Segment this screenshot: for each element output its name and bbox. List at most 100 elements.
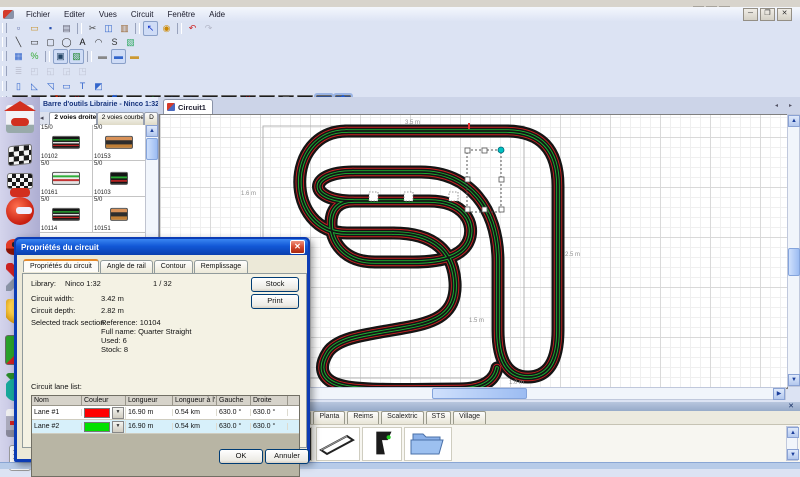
layers-icon[interactable]: ▣ — [53, 49, 68, 64]
scroll-down-icon[interactable]: ▼ — [788, 374, 800, 386]
accessory-item-controller[interactable] — [362, 427, 402, 461]
h-scroll-thumb[interactable] — [432, 388, 527, 399]
accessories-tab[interactable]: Planta — [313, 411, 345, 424]
lane-color-swatch[interactable] — [84, 408, 110, 418]
library-piece-cell[interactable]: 5/0 10161 — [40, 161, 93, 197]
accessories-scrollbar[interactable]: ▲ ▼ — [786, 426, 798, 461]
ellipse-icon[interactable]: ◯ — [59, 35, 74, 50]
lane-table-header-cell[interactable]: Longueur — [126, 396, 173, 405]
duplicate-icon[interactable]: ◩ — [91, 79, 106, 94]
menu-vues[interactable]: Vues — [92, 9, 124, 20]
accessories-tab[interactable]: Scalextric — [381, 411, 423, 424]
menu-editer[interactable]: Editer — [57, 9, 92, 20]
text-icon[interactable]: A — [75, 35, 90, 50]
background-image-icon[interactable]: ▧ — [69, 49, 84, 64]
print-icon[interactable]: ▤ — [59, 21, 74, 36]
save-icon[interactable]: ▪ — [43, 21, 58, 36]
cancel-button[interactable]: Annuler — [265, 449, 309, 464]
rotation-handle[interactable] — [498, 147, 504, 153]
arc-icon[interactable]: ◠ — [91, 35, 106, 50]
print-button[interactable]: Print — [251, 294, 299, 309]
lane-color-swatch[interactable] — [84, 422, 110, 432]
child-minimize-button[interactable]: ─ — [743, 8, 758, 21]
copy-icon[interactable]: ◫ — [101, 21, 116, 36]
canvas-vertical-scrollbar[interactable]: ▲ ▼ — [787, 114, 800, 387]
garage-icon[interactable] — [6, 105, 34, 133]
rounded-rectangle-icon[interactable]: ▢ — [43, 35, 58, 50]
stock-button[interactable]: Stock — [251, 277, 299, 292]
lane-table-header-cell[interactable]: Droite — [251, 396, 288, 405]
library-tab-scroll-arrows[interactable]: ◂ ▸ — [40, 112, 49, 125]
child-close-button[interactable]: ✕ — [777, 8, 792, 21]
dialog-tab[interactable]: Propriétés du circuit — [23, 259, 99, 272]
toolbar-grip[interactable] — [2, 37, 7, 47]
document-tab-circuit1[interactable]: Circuit1 — [163, 99, 213, 114]
lane-table-header-cell[interactable]: Gauche — [217, 396, 251, 405]
flip-vertical-icon[interactable]: ▭ — [59, 79, 74, 94]
dialog-tab[interactable]: Contour — [154, 260, 193, 273]
tab-scroll-right-icon[interactable]: ▸ — [785, 101, 796, 112]
dialog-tab[interactable]: Angle de rail — [100, 260, 153, 273]
accessories-tab[interactable]: Reims — [347, 411, 379, 424]
menu-fichier[interactable]: Fichier — [19, 9, 57, 20]
paste-icon[interactable]: ▥ — [117, 21, 132, 36]
library-piece-cell[interactable]: 5/0 10103 — [93, 161, 146, 197]
lane-table-header-cell[interactable]: Nom — [32, 396, 82, 405]
border-medium-icon[interactable]: ▬ — [111, 49, 126, 64]
accessory-item-folder[interactable] — [404, 427, 452, 461]
menu-fenetre[interactable]: Fenêtre — [161, 9, 203, 20]
toolbar-grip[interactable] — [2, 51, 7, 61]
fill-icon[interactable]: ◉ — [159, 21, 174, 36]
ungroup-icon[interactable]: ◳ — [75, 64, 90, 79]
menu-aide[interactable]: Aide — [202, 9, 232, 20]
cut-icon[interactable]: ✂ — [85, 21, 100, 36]
toolbar-grip[interactable] — [2, 66, 7, 76]
lane-table-row[interactable]: Lane #1 ▼ 16.90 m 0.54 km 630.0 ° 630.0 … — [32, 406, 299, 420]
accessories-tab[interactable]: STS — [426, 411, 452, 424]
dialog-close-icon[interactable]: ✕ — [290, 240, 305, 254]
group-icon[interactable]: ◲ — [59, 64, 74, 79]
border-color-icon[interactable]: ▬ — [127, 49, 142, 64]
new-icon[interactable]: ▫ — [11, 21, 26, 36]
library-piece-cell[interactable]: 5/0 10151 — [93, 197, 146, 233]
rotate-left-icon[interactable]: ▯ — [11, 79, 26, 94]
undo-icon[interactable]: ↶ — [185, 21, 200, 36]
tab-scroll-left-icon[interactable]: ◂ — [771, 101, 782, 112]
rectangle-icon[interactable]: ▭ — [27, 35, 42, 50]
scroll-up-icon[interactable]: ▲ — [788, 115, 800, 127]
ok-button[interactable]: OK — [219, 449, 263, 464]
redo-icon[interactable]: ↷ — [201, 21, 216, 36]
scroll-up-icon[interactable]: ▲ — [787, 427, 799, 438]
border-thin-icon[interactable]: ▬ — [95, 49, 110, 64]
lane-table-row[interactable]: Lane #2 ▼ 16.90 m 0.54 km 630.0 ° 630.0 … — [32, 420, 299, 434]
race-start-icon[interactable] — [7, 173, 33, 189]
library-scroll-thumb[interactable] — [146, 138, 158, 160]
checkered-flag-icon[interactable] — [8, 144, 32, 167]
rotate-right-icon[interactable]: ◺ — [27, 79, 42, 94]
flip-horizontal-icon[interactable]: ◹ — [43, 79, 58, 94]
color-dropdown-icon[interactable]: ▼ — [112, 421, 124, 433]
align-icon[interactable]: ≣ — [11, 64, 26, 79]
curve-icon[interactable]: S — [107, 35, 122, 50]
library-tab[interactable]: 2 voies droites — [49, 112, 96, 125]
scale-icon[interactable]: % — [27, 49, 42, 64]
library-piece-cell[interactable]: 5/0 10153 — [93, 125, 146, 161]
library-tab[interactable]: 2 voies courbes — [97, 112, 144, 125]
helmet-icon[interactable] — [6, 197, 34, 225]
close-panel-icon[interactable]: ✕ — [788, 402, 794, 411]
toolbar-grip[interactable] — [2, 81, 7, 91]
accessories-tab[interactable]: Village — [453, 411, 486, 424]
accessory-item-track-piece[interactable] — [316, 427, 360, 461]
open-icon[interactable]: ▭ — [27, 21, 42, 36]
text-frame-icon[interactable]: T — [75, 79, 90, 94]
lane-table-header-cell[interactable]: Couleur — [82, 396, 126, 405]
lane-table-header-cell[interactable]: Longueur à l'... — [173, 396, 217, 405]
grid-icon[interactable]: ▦ — [11, 49, 26, 64]
v-scroll-thumb[interactable] — [788, 248, 800, 276]
child-restore-button[interactable]: ❐ — [760, 8, 775, 21]
library-piece-cell[interactable]: 5/0 10114 — [40, 197, 93, 233]
toolbar-grip[interactable] — [2, 23, 7, 33]
scroll-right-icon[interactable]: ▶ — [773, 388, 785, 400]
image-icon[interactable]: ▧ — [123, 35, 138, 50]
library-piece-cell[interactable]: 15/0 10102 — [40, 125, 93, 161]
